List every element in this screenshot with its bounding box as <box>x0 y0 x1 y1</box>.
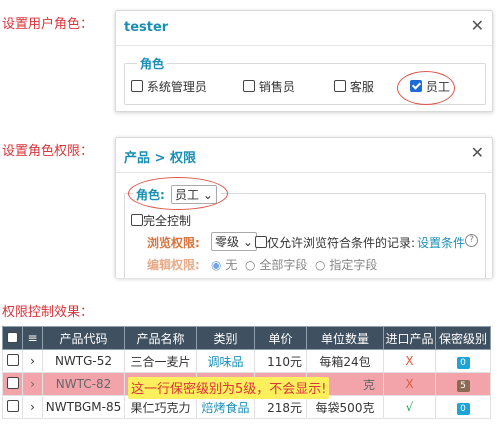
chevron-down-icon: ⌄ <box>242 235 253 249</box>
radio-icon: ○ <box>315 258 326 272</box>
hidden-row-annotation: 这一行保密级别为5级，不会显示! <box>128 377 330 399</box>
dialog-title: 产品 > 权限 <box>124 151 196 166</box>
expand-icon[interactable]: › <box>22 395 43 419</box>
expand-icon[interactable]: › <box>22 349 43 373</box>
col-header[interactable]: 单位数量 <box>306 326 384 350</box>
permission-effect-label: 权限控制效果： <box>2 305 94 320</box>
edit-option-all-fields[interactable]: ○ 全部字段 <box>245 256 307 273</box>
browse-filter-option[interactable]: 仅允许浏览符合条件的记录: <box>255 234 415 251</box>
role-option-service[interactable]: 客服 <box>334 78 374 95</box>
dialog-header: tester ✕ <box>116 11 492 46</box>
role-option-admin[interactable]: 系统管理员 <box>131 78 207 95</box>
user-role-dialog: tester ✕ 角色 系统管理员 销售员 客服 员工 <box>115 10 493 112</box>
checkbox[interactable] <box>131 214 143 226</box>
role-permission-dialog: 产品 > 权限 ✕ 角色: 员工 ⌄ 完全控制 浏览权限: 零级 ⌄ 仅允许浏览… <box>115 137 493 278</box>
cell-code: NWTC-82 <box>42 372 125 396</box>
dialog-title: tester <box>124 20 169 35</box>
cell-level: 5 <box>435 372 491 396</box>
browse-permission-label: 浏览权限: <box>147 236 200 250</box>
level-badge: 5 <box>456 379 470 392</box>
cell-code: NWTBGM-85 <box>42 395 125 419</box>
highlight-ellipse <box>128 177 228 210</box>
table-header-row: ≡ 产品代码 产品名称 类别 单价 单位数量 进口产品 保密级别 <box>2 326 491 350</box>
cell-imported: X <box>383 349 436 373</box>
radio-checked-icon: ◉ <box>211 258 222 272</box>
cell-level: 0 <box>435 349 491 373</box>
edit-option-specific-fields[interactable]: ○ 指定字段 <box>315 256 377 273</box>
checkbox[interactable] <box>243 80 255 92</box>
col-header[interactable]: 类别 <box>196 326 255 350</box>
cell-imported: X <box>383 372 436 396</box>
menu-icon[interactable]: ≡ <box>22 326 43 350</box>
full-control-option[interactable]: 完全控制 <box>131 212 191 229</box>
close-icon[interactable]: ✕ <box>471 145 484 161</box>
set-user-role-label: 设置用户角色： <box>2 17 94 32</box>
set-role-permission-label: 设置角色权限： <box>2 144 94 159</box>
row-checkbox[interactable] <box>2 395 23 419</box>
product-table: ≡ 产品代码 产品名称 类别 单价 单位数量 进口产品 保密级别 › NWTG-… <box>2 326 491 419</box>
cell-imported: √ <box>383 395 436 419</box>
table-row[interactable]: › NWTG-52 三合一麦片 调味品 110元 每箱24包 X 0 <box>2 349 491 373</box>
checkbox[interactable] <box>131 80 143 92</box>
col-header[interactable]: 进口产品 <box>383 326 436 350</box>
cell-price: 110元 <box>254 349 307 373</box>
role-option-sales[interactable]: 销售员 <box>243 78 295 95</box>
cell-name: 三合一麦片 <box>124 349 197 373</box>
expand-icon[interactable]: › <box>22 372 43 396</box>
edit-permission-label: 编辑权限: <box>147 258 200 272</box>
highlight-ellipse <box>397 71 455 105</box>
browse-level-select[interactable]: 零级 ⌄ <box>211 232 257 251</box>
row-checkbox[interactable] <box>2 349 23 373</box>
col-header[interactable]: 产品代码 <box>42 326 125 350</box>
col-header[interactable]: 保密级别 <box>435 326 491 350</box>
checkbox[interactable] <box>255 236 267 248</box>
radio-icon: ○ <box>245 258 256 272</box>
role-legend: 角色 <box>137 55 168 72</box>
cell-unit: 每箱24包 <box>306 349 384 373</box>
cell-level: 0 <box>435 395 491 419</box>
dialog-header: 产品 > 权限 ✕ <box>116 138 492 173</box>
close-icon[interactable]: ✕ <box>471 18 484 34</box>
checkbox[interactable] <box>334 80 346 92</box>
select-all-checkbox[interactable] <box>2 326 23 350</box>
col-header[interactable]: 产品名称 <box>124 326 197 350</box>
col-header[interactable]: 单价 <box>254 326 307 350</box>
cell-code: NWTG-52 <box>42 349 125 373</box>
level-badge: 0 <box>456 402 470 415</box>
help-icon[interactable]: ? <box>465 234 478 247</box>
cell-category[interactable]: 调味品 <box>196 349 255 373</box>
level-badge: 0 <box>456 356 470 369</box>
set-condition-link[interactable]: 设置条件 <box>417 234 465 251</box>
edit-option-none[interactable]: ◉ 无 <box>211 256 237 273</box>
row-checkbox[interactable] <box>2 372 23 396</box>
